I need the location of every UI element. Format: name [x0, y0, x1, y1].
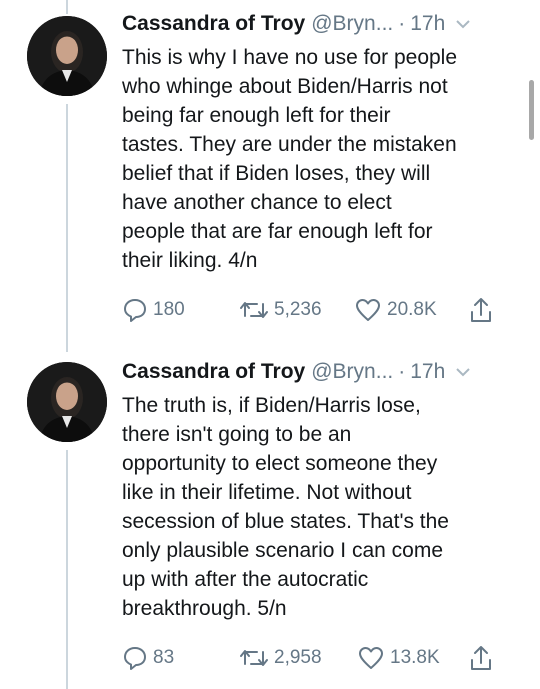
tweet[interactable]: Cassandra of Troy @Bryn... · 17h The tru… [0, 348, 540, 689]
action-bar: 83 2,958 13.8K [122, 643, 522, 673]
avatar[interactable] [27, 362, 107, 442]
tweet-text: The truth is, if Biden/Harris lose, ther… [122, 391, 522, 623]
action-bar: 180 5,236 20.8K [122, 295, 522, 325]
reply-icon [122, 297, 148, 323]
tweet-header: Cassandra of Troy @Bryn... · 17h [122, 358, 524, 386]
text-line: who whinge about Biden/Harris not [122, 75, 448, 98]
text-line: being far enough left for their [122, 104, 391, 127]
text-line: like in their lifetime. Not without [122, 481, 412, 504]
text-line: This is why I have no use for people [122, 46, 458, 69]
text-line: breakthrough. 5/n [122, 597, 287, 620]
retweet-button[interactable]: 2,958 [239, 643, 322, 673]
separator: · [398, 12, 406, 35]
timestamp[interactable]: 17h [410, 10, 445, 38]
text-line: secession of blue states. That's the [122, 510, 449, 533]
retweet-button[interactable]: 5,236 [239, 295, 322, 325]
text-line: opportunity to elect someone they [122, 452, 438, 475]
user-handle[interactable]: @Bryn... [311, 358, 393, 386]
display-name[interactable]: Cassandra of Troy [122, 10, 305, 38]
share-button[interactable] [468, 643, 494, 673]
share-icon [468, 644, 494, 672]
timestamp[interactable]: 17h [410, 358, 445, 386]
separator: · [398, 360, 406, 383]
like-count: 13.8K [390, 647, 440, 668]
like-button[interactable]: 20.8K [354, 295, 437, 325]
text-line: have another chance to elect [122, 191, 392, 214]
text-line: belief that if Biden loses, they will [122, 162, 431, 185]
text-line: there isn't going to be an [122, 423, 352, 446]
chevron-down-icon[interactable] [455, 367, 471, 377]
text-line: tastes. They are under the mistaken [122, 133, 457, 156]
text-line: up with after the autocratic [122, 568, 369, 591]
user-handle[interactable]: @Bryn... [311, 10, 393, 38]
display-name[interactable]: Cassandra of Troy [122, 358, 305, 386]
reply-button[interactable]: 180 [122, 295, 185, 325]
scrollbar[interactable] [529, 80, 534, 140]
retweet-icon [239, 298, 269, 322]
chevron-down-icon[interactable] [455, 19, 471, 29]
retweet-count: 5,236 [274, 299, 322, 320]
reply-count: 83 [153, 647, 175, 668]
retweet-icon [239, 646, 269, 670]
reply-icon [122, 645, 148, 671]
reply-count: 180 [153, 299, 185, 320]
like-button[interactable]: 13.8K [357, 643, 440, 673]
text-line: people that are far enough left for [122, 220, 433, 243]
heart-icon [354, 297, 382, 323]
heart-icon [357, 645, 385, 671]
share-icon [468, 296, 494, 324]
retweet-count: 2,958 [274, 647, 322, 668]
tweet-header: Cassandra of Troy @Bryn... · 17h [122, 10, 524, 38]
text-line: The truth is, if Biden/Harris lose, [122, 394, 421, 417]
tweet[interactable]: Cassandra of Troy @Bryn... · 17h This is… [0, 0, 540, 345]
text-line: their liking. 4/n [122, 249, 258, 272]
tweet-text: This is why I have no use for people who… [122, 43, 522, 275]
avatar[interactable] [27, 16, 107, 96]
reply-button[interactable]: 83 [122, 643, 174, 673]
share-button[interactable] [468, 295, 494, 325]
like-count: 20.8K [387, 299, 437, 320]
text-line: only plausible scenario I can come [122, 539, 444, 562]
